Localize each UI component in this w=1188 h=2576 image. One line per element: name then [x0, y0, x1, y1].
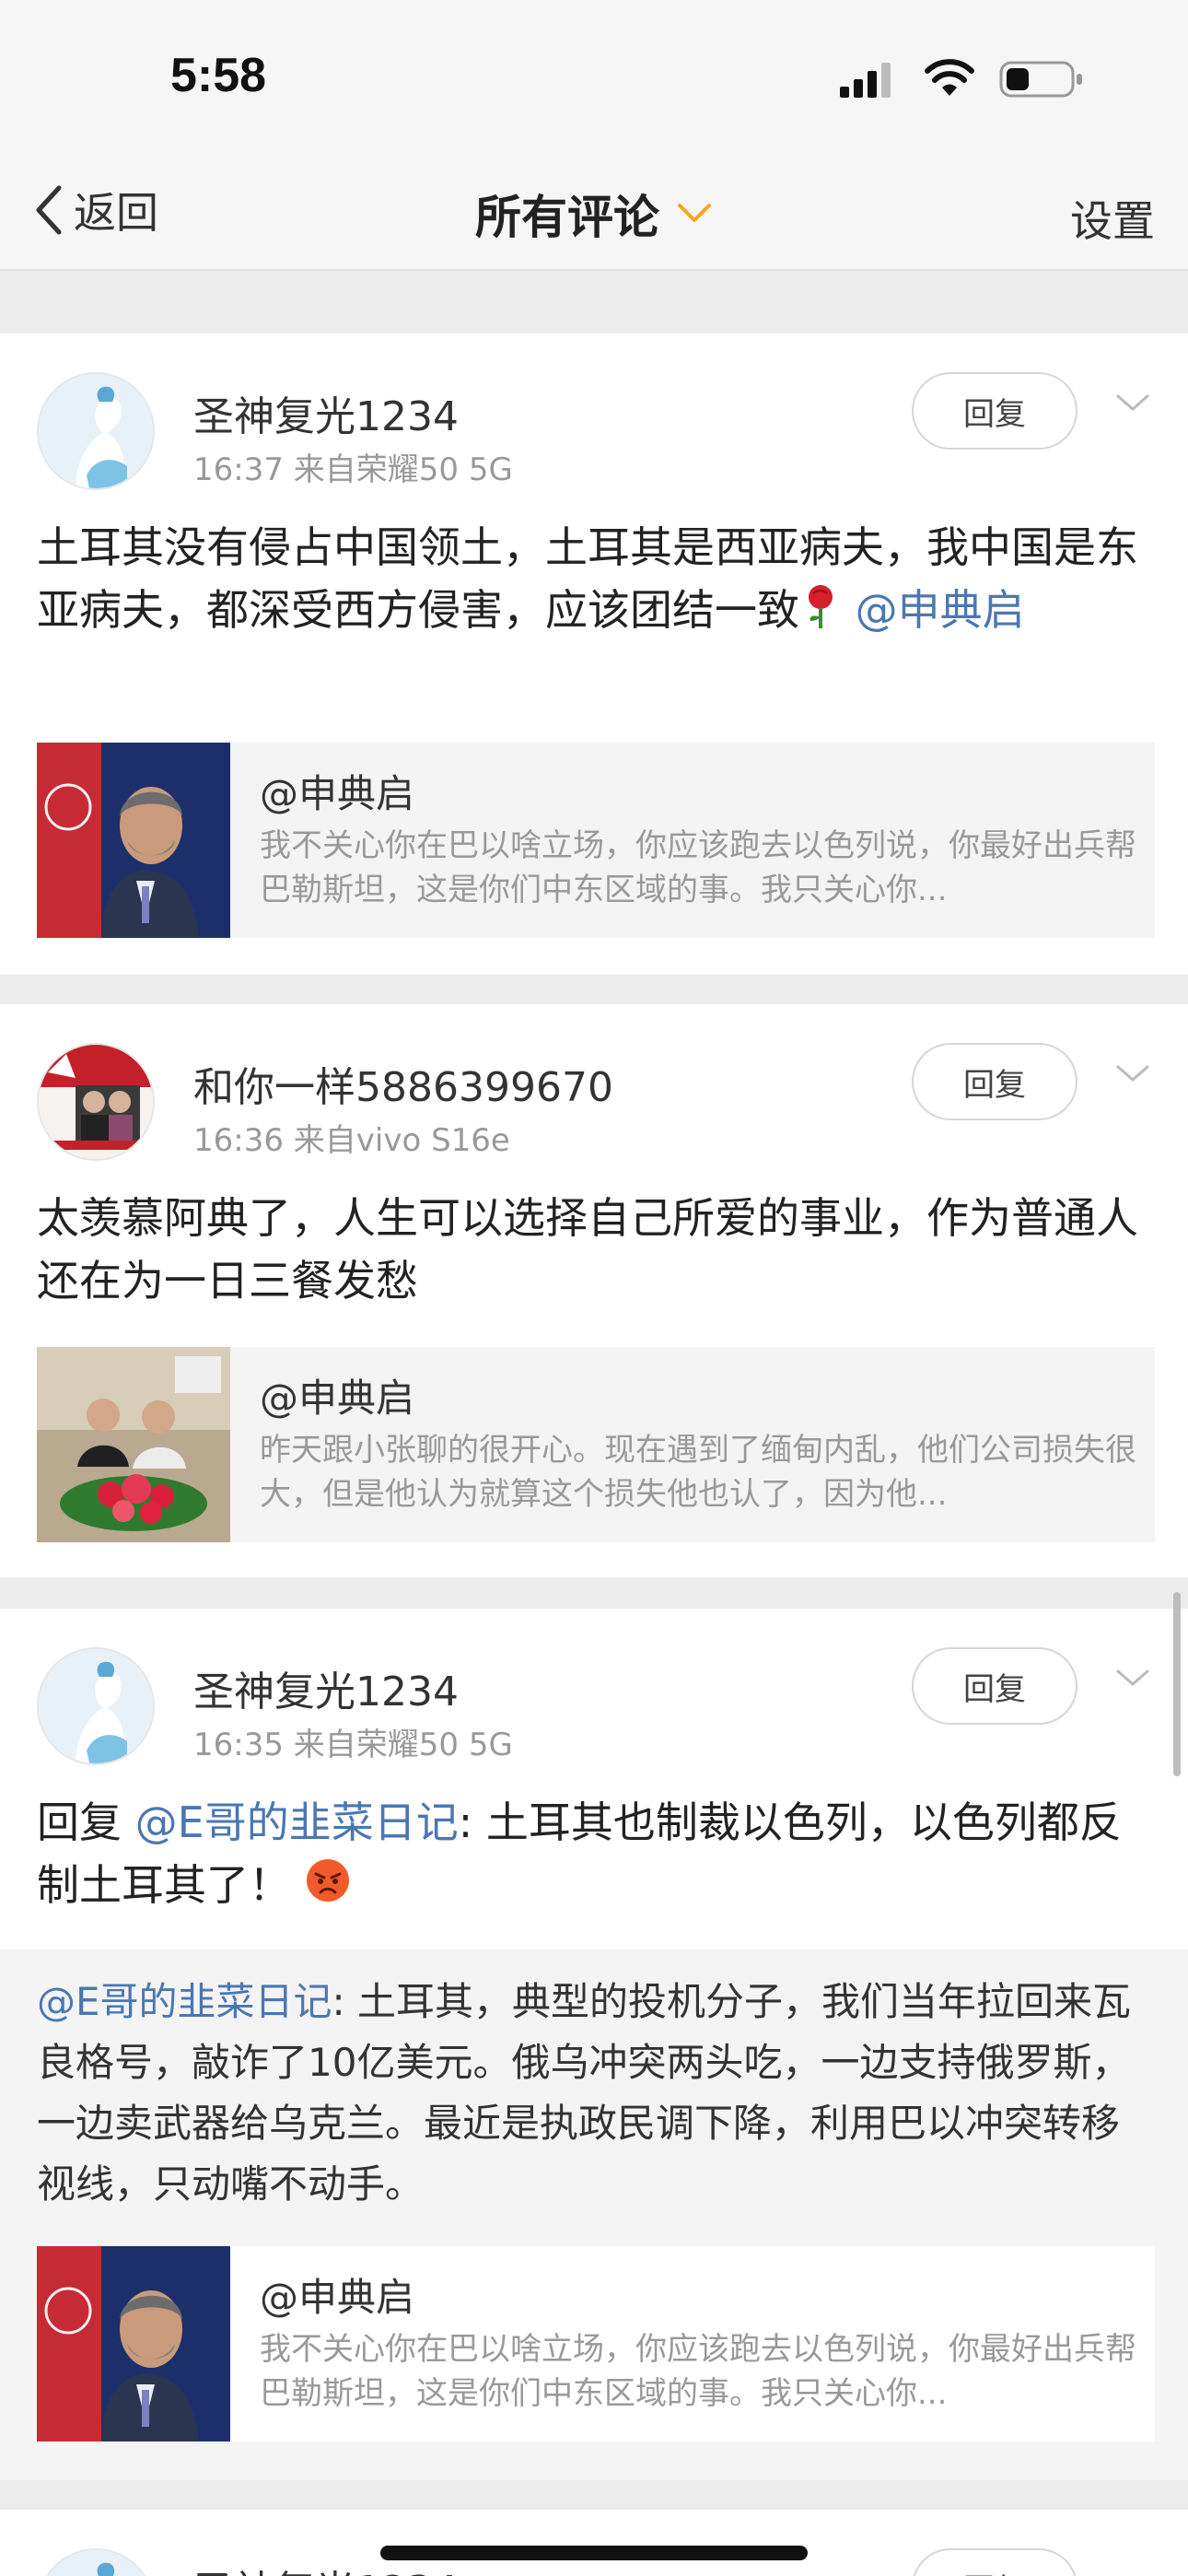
cellular-signal-icon — [840, 63, 891, 98]
quoted-text: 我不关心你在巴以啥立场，你应该跑去以色列说，你最好出兵帮巴勒斯坦，这是你们中东区… — [260, 827, 1136, 908]
comment-card: 和你一样5886399670 16:36 来自vivo S16e 回复 太羡慕阿… — [0, 1004, 1188, 1577]
comment-meta: 16:36 来自vivo S16e — [193, 1122, 510, 1159]
quoted-post-thumbnail — [37, 2246, 230, 2441]
avatar[interactable] — [37, 1043, 155, 1161]
reply-button[interactable]: 回复 — [912, 2548, 1077, 2576]
quoted-post[interactable]: @申典启 我不关心你在巴以啥立场，你应该跑去以色列说，你最好出兵帮巴勒斯坦，这是… — [37, 743, 1155, 938]
comment-card: 圣神复光1234 16:35 来自荣耀50 5G 回复 回复 @E哥的韭菜日记:… — [0, 1609, 1188, 2480]
quoted-author: @申典启 — [260, 2275, 415, 2320]
battery-icon — [999, 61, 1082, 98]
status-time: 5:58 — [170, 49, 267, 102]
quoted-post[interactable]: @申典启 我不关心你在巴以啥立场，你应该跑去以色列说，你最好出兵帮巴勒斯坦，这是… — [37, 2246, 1155, 2441]
comment-author[interactable]: 圣神复光1234 — [193, 2558, 459, 2576]
home-indicator[interactable] — [380, 2546, 808, 2560]
reply-button[interactable]: 回复 — [912, 372, 1077, 450]
avatar[interactable] — [37, 2548, 155, 2576]
wifi-icon — [925, 59, 974, 96]
chevron-down-icon — [678, 204, 711, 222]
filter-dropdown[interactable]: 所有评论 — [0, 181, 1188, 247]
quoted-author: @申典启 — [260, 1376, 415, 1421]
avatar[interactable] — [37, 1647, 155, 1765]
nav-bar: 返回 所有评论 设置 — [0, 147, 1188, 271]
quoted-author: @申典启 — [260, 771, 415, 816]
chevron-down-icon[interactable] — [1114, 392, 1151, 415]
comment-card: 圣神复光1234 回复 — [0, 2510, 1188, 2576]
comment-meta: 16:37 来自荣耀50 5G — [193, 451, 513, 488]
scrollbar[interactable] — [1173, 1592, 1181, 1776]
chevron-down-icon[interactable] — [1114, 1668, 1151, 1690]
comment-text: 太羡慕阿典了，人生可以选择自己所爱的事业，作为普通人还在为一日三餐发愁 — [37, 1193, 1138, 1306]
comment-text: 土耳其没有侵占中国领土，土耳其是西亚病夫，我中国是东亚病夫，都深受西方侵害，应该… — [37, 516, 1151, 645]
quoted-post-thumbnail — [37, 743, 230, 938]
quoted-comment-text: @E哥的韭菜日记: 土耳其，典型的投机分子，我们当年拉回来瓦良格号，敲诈了10亿… — [37, 1979, 1132, 2207]
quoted-text: 昨天跟小张聊的很开心。现在遇到了缅甸内乱，他们公司损失很大，但是他认为就算这个损… — [260, 1432, 1136, 1513]
comment-author[interactable]: 圣神复光1234 — [193, 383, 459, 442]
quoted-comment[interactable]: @E哥的韭菜日记: 土耳其，典型的投机分子，我们当年拉回来瓦良格号，敲诈了10亿… — [0, 1950, 1188, 2480]
settings-button[interactable]: 设置 — [1070, 188, 1155, 249]
reply-button[interactable]: 回复 — [912, 1043, 1077, 1120]
quoted-post-thumbnail — [37, 1347, 230, 1542]
comment-card: 圣神复光1234 16:37 来自荣耀50 5G 回复 土耳其没有侵占中国领土，… — [0, 334, 1188, 975]
mention-link[interactable]: @E哥的韭菜日记 — [37, 1979, 332, 2024]
angry-face-icon — [305, 1857, 351, 1920]
reply-button[interactable]: 回复 — [912, 1647, 1077, 1725]
comment-author[interactable]: 圣神复光1234 — [193, 1658, 459, 1717]
comment-author[interactable]: 和你一样5886399670 — [193, 1054, 613, 1113]
chevron-down-icon[interactable] — [1114, 1063, 1151, 1085]
comment-meta: 16:35 来自荣耀50 5G — [193, 1727, 513, 1763]
avatar[interactable] — [37, 372, 155, 490]
mention-link[interactable]: @E哥的韭菜日记 — [135, 1797, 459, 1847]
status-bar: 5:58 — [0, 0, 1188, 147]
quoted-text: 我不关心你在巴以啥立场，你应该跑去以色列说，你最好出兵帮巴勒斯坦，这是你们中东区… — [260, 2331, 1136, 2412]
mention-link[interactable]: @申典启 — [856, 585, 1025, 635]
rose-emoji-icon — [799, 582, 842, 645]
comment-text: 回复 @E哥的韭菜日记: 土耳其也制裁以色列，以色列都反制土耳其了！ — [37, 1791, 1151, 1920]
quoted-post[interactable]: @申典启 昨天跟小张聊的很开心。现在遇到了缅甸内乱，他们公司损失很大，但是他认为… — [37, 1347, 1155, 1542]
page-title: 所有评论 — [475, 191, 659, 244]
